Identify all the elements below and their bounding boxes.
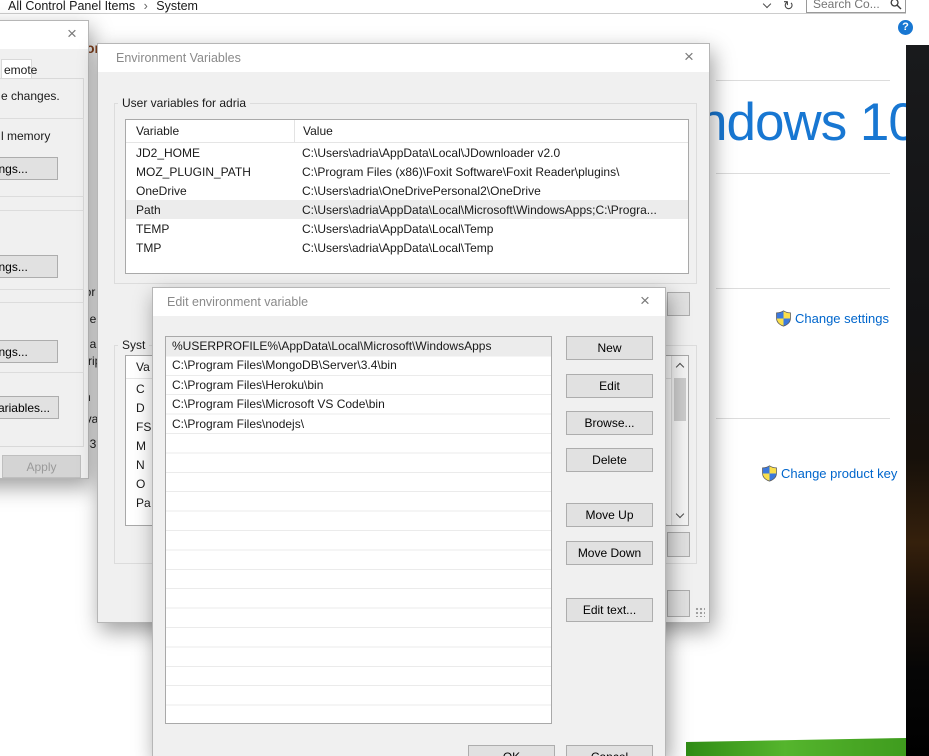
system-variables-group-label: Syst [118,338,150,352]
user-variables-group-label: User variables for adria [118,96,251,110]
variable-value: C:\Users\adria\AppData\Local\Temp [302,221,494,236]
performance-settings-button[interactable]: ttings... [0,157,58,180]
windows-10-title: ndows 10 [698,93,918,152]
list-item[interactable]: C:\Program Files\Heroku\bin [166,376,551,395]
ok-button[interactable]: OK [468,745,555,756]
breadcrumb-separator-icon: › [143,0,148,13]
new-button[interactable]: New [566,336,653,360]
delete-button[interactable]: Delete [566,448,653,472]
partial-button[interactable] [667,590,690,617]
table-row[interactable]: JD2_HOME C:\Users\adria\AppData\Local\JD… [126,143,688,162]
user-profiles-settings-button[interactable]: ttings... [0,255,58,278]
move-down-button[interactable]: Move Down [566,541,653,565]
breadcrumb-item-system[interactable]: System [156,0,198,13]
breadcrumb-item-all-control-panel[interactable]: All Control Panel Items [8,0,135,13]
table-row[interactable]: TMP C:\Users\adria\AppData\Local\Temp [126,238,688,257]
change-settings-link[interactable]: Change settings [775,310,889,327]
intro-text-fragment: e changes. [1,89,60,103]
tab-remote[interactable]: emote [1,59,37,79]
variable-name: Path [136,202,161,217]
list-header[interactable]: Variable Value [126,120,688,143]
variable-value: C:\Users\adria\AppData\Local\Microsoft\W… [302,202,657,217]
scrollbar-thumb[interactable] [674,378,686,421]
desktop-wallpaper-edge [906,45,929,756]
list-item[interactable]: C:\Program Files\MongoDB\Server\3.4\bin [166,356,551,375]
variable-value: C:\Program Files (x86)\Foxit Software\Fo… [302,164,620,179]
search-box[interactable] [806,0,906,13]
divider [716,418,890,419]
variable-value: C:\Users\adria\OneDrivePersonal2\OneDriv… [302,183,541,198]
dialog-title: Edit environment variable [167,295,309,309]
variable-value: C:\Users\adria\AppData\Local\Temp [302,240,494,255]
partial-button[interactable] [667,532,690,557]
system-properties-dialog: × emote e changes. l memory ttings... tt… [0,20,89,479]
close-icon[interactable]: × [635,291,655,311]
address-bar: All Control Panel Items › System ↻ [0,0,906,14]
memory-text-fragment: l memory [1,129,51,143]
column-header-variable[interactable]: Variable [126,124,294,138]
browse-button[interactable]: Browse... [566,411,653,435]
uac-shield-icon [762,465,777,482]
move-up-button[interactable]: Move Up [566,503,653,527]
user-variables-list[interactable]: Variable Value JD2_HOME C:\Users\adria\A… [125,119,689,274]
resize-grip[interactable] [695,607,705,617]
close-icon[interactable]: × [62,24,82,44]
scrollbar[interactable] [671,356,688,525]
divider [716,288,890,289]
table-row[interactable]: TEMP C:\Users\adria\AppData\Local\Temp [126,219,688,238]
help-button[interactable]: ? [898,20,913,35]
column-header-value[interactable]: Value [294,120,688,142]
change-product-key-label[interactable]: Change product key [781,466,897,481]
screen: All Control Panel Items › System ↻ ? ndo… [0,0,929,756]
desktop-wallpaper-grass [686,738,906,756]
startup-settings-button[interactable]: ttings... [0,340,58,363]
apply-button[interactable]: Apply [2,455,81,478]
scroll-up-icon[interactable] [675,362,685,372]
tab-label: emote [4,62,38,77]
environment-variables-button[interactable]: Variables... [0,396,59,419]
cancel-button[interactable]: Cancel [566,745,653,756]
table-row[interactable]: MOZ_PLUGIN_PATH C:\Program Files (x86)\F… [126,162,688,181]
variable-name: JD2_HOME [136,145,201,160]
change-product-key-link[interactable]: Change product key [761,465,897,482]
divider [716,80,890,81]
breadcrumb[interactable]: All Control Panel Items › System [8,0,198,13]
table-row[interactable]: OneDrive C:\Users\adria\OneDrivePersonal… [126,181,688,200]
table-row-selected[interactable]: Path C:\Users\adria\AppData\Local\Micros… [126,200,688,219]
variable-name: MOZ_PLUGIN_PATH [136,164,251,179]
dialog-title: Environment Variables [116,51,241,65]
divider [716,173,890,174]
scroll-down-icon[interactable] [675,509,685,519]
list-item[interactable]: C:\Program Files\nodejs\ [166,415,551,434]
variable-name: TMP [136,240,162,255]
list-item[interactable]: C:\Program Files\Microsoft VS Code\bin [166,395,551,414]
variable-name: OneDrive [136,183,187,198]
path-entries-list[interactable]: %USERPROFILE%\AppData\Local\Microsoft\Wi… [165,336,552,724]
search-icon[interactable] [890,0,902,10]
address-dropdown-icon[interactable] [762,0,772,9]
edit-environment-variable-dialog: Edit environment variable × %USERPROFILE… [152,287,666,756]
change-settings-label[interactable]: Change settings [795,311,889,326]
user-profiles-group [0,210,84,290]
edit-button[interactable]: Edit [566,374,653,398]
variable-value: C:\Users\adria\AppData\Local\JDownloader… [302,145,561,160]
variable-name: TEMP [136,221,170,236]
edit-text-button[interactable]: Edit text... [566,598,653,622]
refresh-icon[interactable]: ↻ [783,0,794,14]
list-item-selected[interactable]: %USERPROFILE%\AppData\Local\Microsoft\Wi… [166,337,551,357]
uac-shield-icon [776,310,791,327]
partial-button[interactable] [667,292,690,316]
close-icon[interactable]: × [679,47,699,67]
search-input[interactable] [813,0,887,11]
